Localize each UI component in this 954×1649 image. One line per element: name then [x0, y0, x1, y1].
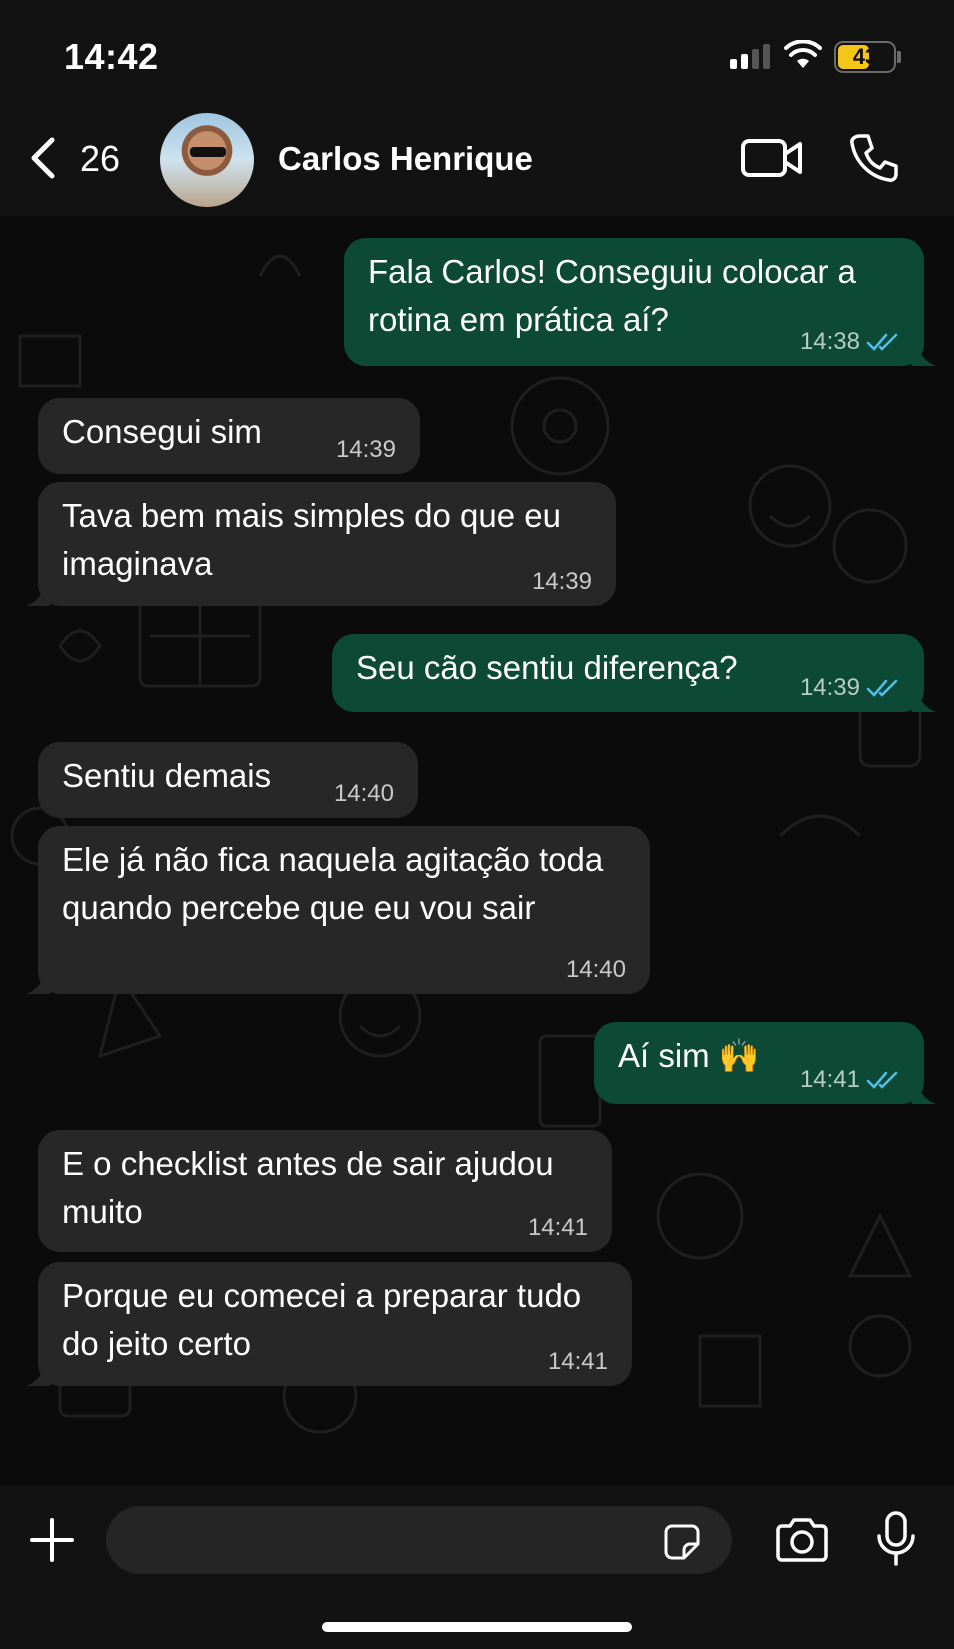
message-time: 14:41 [547, 1348, 608, 1375]
bubble-tail [912, 344, 936, 366]
avatar[interactable] [160, 113, 254, 207]
read-receipt-icon [866, 679, 898, 697]
microphone-icon[interactable] [874, 1510, 918, 1568]
message-text: E o checklist antes de sair ajudou muito [62, 1145, 554, 1230]
message-bubble-outgoing[interactable]: Seu cão sentiu diferença? 14:39 [332, 634, 936, 712]
message-bubble-outgoing[interactable]: Aí sim 🙌 14:41 [594, 1022, 936, 1104]
battery-percentage: 43 [852, 44, 878, 69]
message-time: 14:39 [799, 674, 860, 701]
message-bubble-incoming[interactable]: E o checklist antes de sair ajudou muito… [38, 1130, 612, 1252]
message-text: Porque eu comecei a preparar tudo do jei… [62, 1277, 582, 1362]
message-bubble-incoming[interactable]: Porque eu comecei a preparar tudo do jei… [26, 1262, 632, 1386]
message-meta: 14:41 [800, 1066, 900, 1094]
battery-nub [897, 51, 901, 63]
camera-icon[interactable] [774, 1516, 830, 1564]
bubble-tail [912, 1082, 936, 1104]
message-time: 14:41 [527, 1214, 588, 1241]
battery-icon: 43 [834, 41, 896, 73]
unread-count[interactable]: 26 [80, 138, 120, 180]
plus-icon[interactable] [28, 1516, 76, 1564]
read-receipt-icon [866, 1071, 898, 1089]
status-time: 14:42 [64, 36, 159, 77]
message-bubble-incoming[interactable]: Ele já não fica naquela agitação toda qu… [26, 826, 650, 994]
message-bubble-outgoing[interactable]: Fala Carlos! Conseguiu colocar a rotina … [344, 238, 936, 366]
message-meta: 14:38 [800, 328, 900, 356]
message-text: Ele já não fica naquela agitação toda qu… [62, 841, 604, 926]
message-time: 14:39 [335, 436, 396, 463]
read-receipt-icon [866, 333, 898, 351]
bubble-tail [26, 1364, 50, 1386]
message-meta: 14:39 [800, 674, 900, 702]
cellular-signal-icon [730, 44, 770, 69]
status-bar: 14:42 43 [0, 0, 954, 110]
message-time: 14:40 [565, 956, 626, 983]
message-time: 14:40 [333, 780, 394, 807]
bubble-tail [26, 584, 50, 606]
input-bar [0, 1486, 954, 1649]
message-bubble-incoming[interactable]: Tava bem mais simples do que eu imaginav… [26, 482, 616, 606]
message-time: 14:41 [799, 1066, 860, 1093]
wifi-icon [784, 40, 822, 68]
message-time: 14:38 [799, 328, 860, 355]
contact-name[interactable]: Carlos Henrique [278, 140, 533, 178]
avatar-glasses [190, 147, 226, 157]
chat-header: 26 Carlos Henrique [0, 110, 954, 216]
message-time: 14:39 [531, 568, 592, 595]
sticker-icon[interactable] [662, 1522, 702, 1562]
chat-area[interactable]: Fala Carlos! Conseguiu colocar a rotina … [0, 216, 954, 1486]
home-indicator [322, 1622, 632, 1632]
message-bubble-incoming[interactable]: Consegui sim 14:39 [38, 398, 420, 474]
phone-call-icon[interactable] [848, 132, 900, 184]
back-icon[interactable] [24, 134, 64, 182]
message-input[interactable] [106, 1506, 732, 1574]
bubble-tail [912, 690, 936, 712]
message-text: Tava bem mais simples do que eu imaginav… [62, 497, 561, 582]
video-call-icon[interactable] [740, 136, 804, 180]
bubble-tail [26, 972, 50, 994]
message-bubble-incoming[interactable]: Sentiu demais 14:40 [38, 742, 418, 818]
